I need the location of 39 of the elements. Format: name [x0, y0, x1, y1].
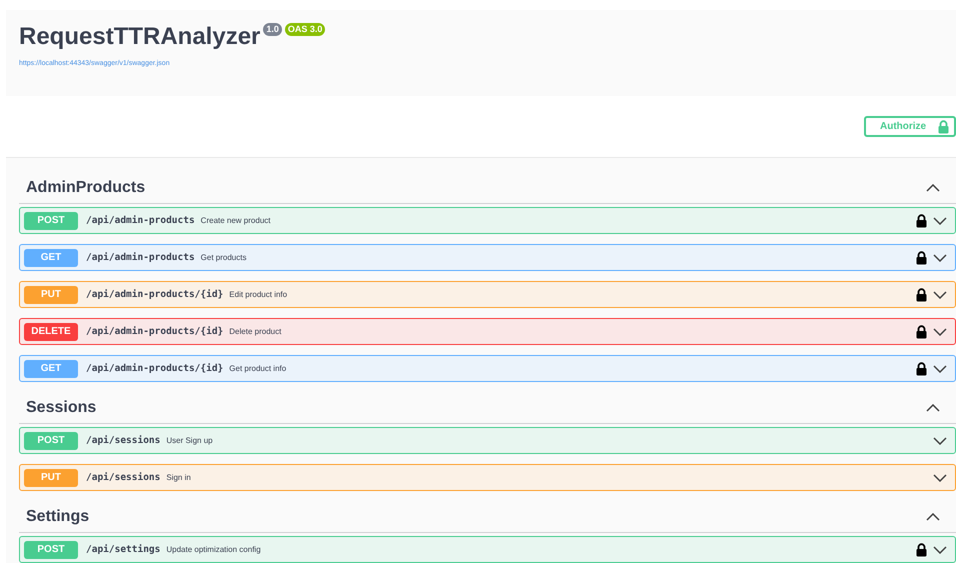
endpoint-summary: Edit product info: [229, 290, 288, 299]
endpoint-summary: Get product info: [229, 364, 286, 373]
endpoint-summary: Sign in: [166, 473, 191, 482]
endpoint-path: /api/admin-products/{id}: [86, 326, 224, 337]
endpoint-path: /api/sessions: [86, 472, 160, 483]
endpoint-path: /api/admin-products/{id}: [86, 363, 224, 374]
operation-row[interactable]: PUT /api/sessions Sign in: [19, 464, 956, 491]
lock-icon: [938, 120, 950, 134]
operation-row[interactable]: POST /api/sessions User Sign up: [19, 427, 956, 454]
operation-row[interactable]: DELETE /api/admin-products/{id} Delete product: [19, 318, 956, 345]
method-badge: POST: [24, 432, 78, 450]
version-badge: 1.0: [263, 23, 282, 36]
endpoint-path: /api/settings: [86, 544, 160, 555]
endpoint-summary: Update optimization config: [166, 545, 261, 554]
method-badge: GET: [24, 360, 78, 378]
spec-badge: OAS 3.0: [284, 23, 326, 36]
method-badge: POST: [24, 540, 78, 558]
section-header[interactable]: Settings: [19, 501, 956, 533]
endpoint-path: /api/admin-products/{id}: [86, 289, 224, 300]
endpoint-summary: Get products: [200, 253, 246, 262]
operation-row[interactable]: GET /api/admin-products/{id} Get product info: [19, 355, 956, 382]
endpoint-summary: User Sign up: [166, 436, 213, 445]
operation-row[interactable]: POST /api/admin-products Create new product: [19, 207, 956, 234]
method-badge: POST: [24, 212, 78, 230]
endpoint-path: /api/admin-products: [86, 252, 195, 263]
method-badge: PUT: [24, 286, 78, 304]
section-header[interactable]: Sessions: [19, 392, 956, 424]
section-header[interactable]: AdminProducts: [19, 172, 956, 204]
endpoint-summary: Delete product: [229, 327, 282, 336]
method-badge: PUT: [24, 468, 78, 486]
method-badge: DELETE: [24, 322, 78, 340]
endpoint-summary: Create new product: [200, 216, 270, 225]
endpoint-path: /api/admin-products: [86, 215, 195, 226]
operation-row[interactable]: PUT /api/admin-products/{id} Edit product info: [19, 281, 956, 308]
api-title: RequestTTRAnalyzer: [19, 22, 260, 52]
operation-row[interactable]: POST /api/settings Update optimization config: [19, 536, 956, 563]
operation-row[interactable]: GET /api/admin-products Get products: [19, 244, 956, 271]
endpoint-path: /api/sessions: [86, 435, 160, 446]
method-badge: GET: [24, 248, 78, 266]
